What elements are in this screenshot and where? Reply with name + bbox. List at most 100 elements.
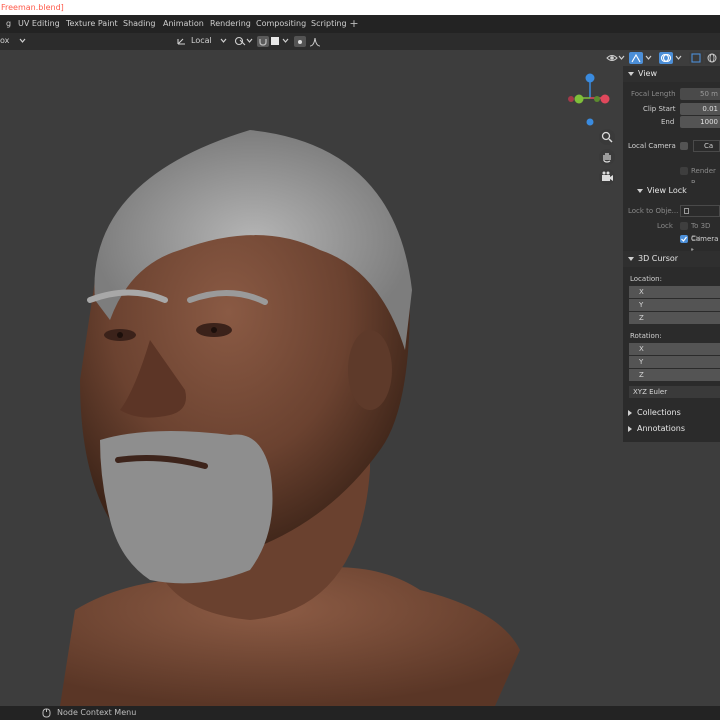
axis-label: Z [639,314,644,322]
location-label: Location: [630,275,662,283]
chevron-down-icon [645,55,652,60]
lock-to-3d-cursor-checkbox[interactable] [680,222,688,230]
axis-label: Y [639,358,644,366]
tab-animation[interactable]: Animation [157,17,210,31]
wireframe-sphere-icon [707,53,717,63]
transform-orientation-icon [177,38,185,45]
cursor-location-y-field[interactable]: Y [629,299,720,311]
overlays-icon [660,53,672,63]
gizmo-toggle-button[interactable] [629,52,643,64]
falloff-curve-icon[interactable] [309,36,321,47]
snap-element-icon[interactable] [271,37,279,45]
sidebar-panel: View Focal Length 50 m Clip Start 0.01 E… [623,66,720,442]
clip-end-field[interactable]: 1000 [680,116,720,128]
xray-toggle-button[interactable] [689,52,703,64]
cursor-rotation-x-field[interactable]: X [629,343,720,355]
tab-scripting[interactable]: Scripting [305,17,353,31]
viewport-header: ox Local [0,33,720,50]
lock-label: Lock [657,222,673,230]
tab-uv-editing[interactable]: UV Editing [12,17,66,31]
pan-view-button[interactable] [599,149,615,165]
chevron-down-icon [282,38,289,43]
3d-viewport[interactable] [0,50,720,706]
chevron-down-icon [246,38,253,43]
rotation-mode-dropdown[interactable]: XYZ Euler [629,386,720,398]
tab-texture-paint[interactable]: Texture Paint [60,17,124,31]
chevron-right-icon [628,410,632,416]
chevron-down-icon [628,257,634,261]
magnet-icon [259,39,267,46]
status-bar: Node Context Menu [0,706,720,720]
render-region-checkbox[interactable] [680,167,688,175]
view-section-header[interactable]: View [623,66,720,82]
xray-icon [691,53,701,63]
collections-section-header[interactable]: Collections [623,405,720,421]
visibility-eye-icon[interactable] [606,52,618,64]
focal-length-label: Focal Length [631,90,676,98]
add-workspace-button[interactable]: + [348,18,360,30]
view-section-title: View [638,69,657,78]
axis-label: X [639,345,644,353]
cursor-rotation-z-field[interactable]: Z [629,369,720,381]
3d-cursor-section-header[interactable]: 3D Cursor [623,251,720,267]
collections-section-title: Collections [637,408,681,417]
workspace-tabs-bar: g UV Editing Texture Paint Shading Anima… [0,15,720,33]
focal-length-field[interactable]: 50 m [680,88,720,100]
view-lock-section-title: View Lock [647,186,687,195]
chevron-down-icon [220,38,227,43]
axis-label: Z [639,371,644,379]
window-title-bar: Freeman.blend] [0,0,720,15]
chevron-down-icon [675,55,682,60]
status-hint: Node Context Menu [57,708,137,717]
tab-shading[interactable]: Shading [117,17,162,31]
rotation-label: Rotation: [630,332,662,340]
gizmo-icon [631,53,641,63]
local-camera-checkbox[interactable] [680,142,688,150]
object-icon [684,208,689,214]
hand-icon [603,153,611,163]
cursor-location-x-field[interactable]: X [629,286,720,298]
tab-rendering[interactable]: Rendering [204,17,257,31]
annotations-section-title: Annotations [637,424,686,433]
chevron-down-icon [19,38,26,43]
axis-label: X [639,288,644,296]
proportional-editing-button[interactable] [294,36,306,47]
navigation-gizmo[interactable] [566,72,616,128]
annotations-section-header[interactable]: Annotations [623,421,720,437]
chevron-down-icon [628,72,634,76]
clip-start-field[interactable]: 0.01 [680,103,720,115]
orientation-label: Local [191,36,212,45]
cursor-rotation-y-field[interactable]: Y [629,356,720,368]
proportional-dot-icon [298,40,302,44]
select-box-dropdown[interactable]: ox [0,33,9,49]
clip-start-label: Clip Start [643,105,676,113]
camera-to-view-checkbox[interactable] [680,235,688,243]
axis-label: Y [639,301,644,309]
cursor-location-z-field[interactable]: Z [629,312,720,324]
window-title: Freeman.blend] [1,3,64,12]
local-camera-field[interactable]: Ca [693,140,720,152]
orientation-dropdown[interactable]: Local [191,33,212,49]
chevron-down-icon [637,189,643,193]
snap-toggle-button[interactable] [257,36,269,47]
lock-to-object-label: Lock to Obje... [628,207,679,215]
tab-compositing[interactable]: Compositing [250,17,312,31]
3d-cursor-section-title: 3D Cursor [638,254,679,263]
clip-end-label: End [661,118,675,126]
select-box-label: ox [0,36,10,45]
pivot-point-icon[interactable] [234,36,246,46]
camera-icon [602,171,613,181]
wireframe-shading-button[interactable] [705,52,719,64]
mouse-icon [42,708,51,718]
local-camera-label: Local Camera [628,142,676,150]
lock-to-object-field[interactable] [680,205,720,217]
zoom-icon [601,131,613,143]
rotation-mode-value: XYZ Euler [633,388,668,396]
overlays-toggle-button[interactable] [659,52,673,64]
local-camera-value: Ca [704,142,714,150]
zoom-view-button[interactable] [599,129,615,145]
chevron-right-icon [628,426,632,432]
checkmark-icon [681,236,687,242]
view-lock-section-header[interactable]: View Lock [623,183,720,199]
camera-view-button[interactable] [599,169,615,185]
